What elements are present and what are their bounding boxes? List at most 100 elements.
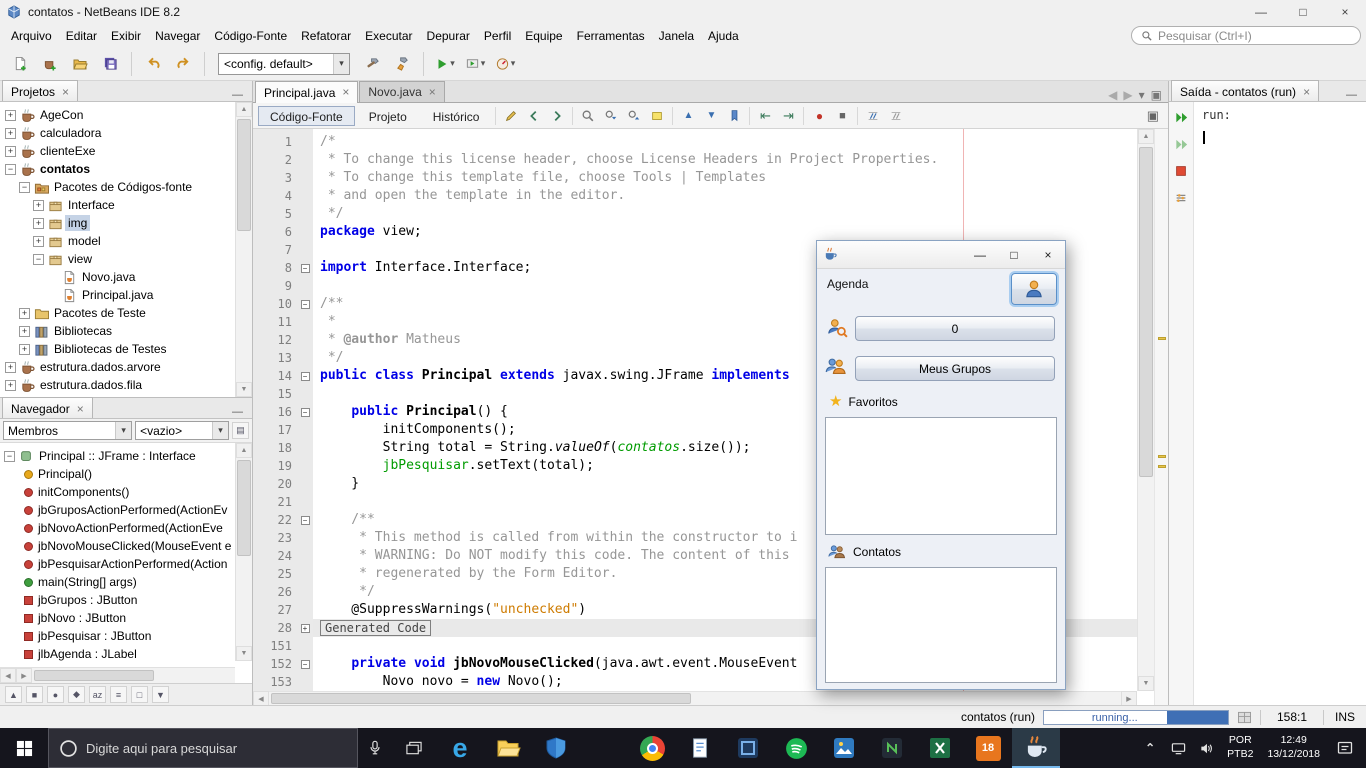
folded-code-block[interactable]: Generated Code: [320, 620, 431, 636]
network-icon[interactable]: [1165, 728, 1191, 768]
output-tab[interactable]: Saída - contatos (run) ×: [1171, 80, 1319, 101]
shift-left-icon[interactable]: ⇤: [754, 105, 776, 126]
maximize-editor-icon[interactable]: ▣: [1151, 88, 1162, 102]
member-jbpesquisar-jbutton[interactable]: jbPesquisar : JButton: [0, 627, 235, 645]
expand-toggle[interactable]: +: [5, 380, 16, 391]
tree-item-contatos[interactable]: −contatos: [0, 160, 235, 178]
fold-toggle[interactable]: −: [301, 264, 310, 273]
expand-toggle[interactable]: +: [33, 218, 44, 229]
expand-all-icon[interactable]: ▼: [152, 686, 169, 703]
code-line[interactable]: 4 * and open the template in the editor.: [253, 187, 1137, 205]
action-center-button[interactable]: [1328, 728, 1362, 768]
start-button[interactable]: [0, 728, 48, 768]
menu-ajuda[interactable]: Ajuda: [701, 26, 746, 46]
find-prev-icon[interactable]: [623, 105, 645, 126]
menu-c-digo-fonte[interactable]: Código-Fonte: [207, 26, 294, 46]
fold-toggle[interactable]: −: [301, 300, 310, 309]
taskbar-app-edge[interactable]: e: [436, 728, 484, 768]
editor-hscrollbar[interactable]: ◀ ▶: [253, 691, 1137, 705]
clock[interactable]: 12:4913/12/2018: [1261, 734, 1326, 761]
taskbar-app-dark-app[interactable]: [868, 728, 916, 768]
close-panel-icon[interactable]: ×: [1303, 87, 1310, 97]
expand-toggle[interactable]: +: [5, 110, 16, 121]
taskbar-app-java-app[interactable]: [1012, 728, 1060, 768]
favorites-list[interactable]: [825, 417, 1057, 535]
progress-bar[interactable]: running...: [1043, 710, 1229, 725]
navigator-options-icon[interactable]: ▤: [232, 422, 249, 439]
menu-ferramentas[interactable]: Ferramentas: [570, 26, 652, 46]
collapse-toggle[interactable]: −: [5, 164, 16, 175]
fold-toggle[interactable]: +: [301, 624, 310, 633]
menu-executar[interactable]: Executar: [358, 26, 419, 46]
prev-bookmark-icon[interactable]: ▲: [677, 105, 699, 126]
shift-right-icon[interactable]: ⇥: [777, 105, 799, 126]
expand-toggle[interactable]: +: [19, 344, 30, 355]
expand-toggle[interactable]: +: [5, 146, 16, 157]
expand-toggle[interactable]: +: [19, 326, 30, 337]
stop-button[interactable]: [1172, 162, 1190, 180]
scroll-up-icon[interactable]: ▲: [236, 102, 252, 117]
task-view-button[interactable]: [392, 728, 436, 768]
tree-item-clienteexe[interactable]: +clienteExe: [0, 142, 235, 160]
close-tab-icon[interactable]: ×: [342, 88, 349, 97]
editor-scrollbar[interactable]: ▲ ▼: [1137, 129, 1154, 691]
member-jbgruposactionperformed-actionev[interactable]: jbGruposActionPerformed(ActionEv: [0, 501, 235, 519]
tabs-list-icon[interactable]: ▾: [1139, 88, 1145, 102]
taskbar-app-photos[interactable]: [820, 728, 868, 768]
maximize-button[interactable]: □: [1282, 0, 1324, 24]
projects-scrollbar[interactable]: ▲ ▼: [235, 102, 252, 397]
expand-toggle[interactable]: +: [33, 200, 44, 211]
scroll-up-icon[interactable]: ▲: [236, 443, 252, 458]
member-jbgrupos-jbutton[interactable]: jbGrupos : JButton: [0, 591, 235, 609]
taskbar-search-box[interactable]: Digite aqui para pesquisar: [48, 728, 358, 768]
taskbar-app-file-explorer[interactable]: [484, 728, 532, 768]
tree-item-calculadora[interactable]: +calculadora: [0, 124, 235, 142]
debug-button[interactable]: ▾: [461, 50, 489, 78]
show-static-icon[interactable]: ●: [47, 686, 64, 703]
minimize-panel-icon[interactable]: —: [223, 406, 252, 418]
member-jlbagenda-jlabel[interactable]: jlbAgenda : JLabel: [0, 645, 235, 661]
editor-tab-novo-java[interactable]: Novo.java×: [359, 81, 444, 102]
expand-toggle[interactable]: +: [5, 128, 16, 139]
expand-toggle[interactable]: +: [33, 236, 44, 247]
tabs-scroll-left-icon[interactable]: ◀: [1108, 88, 1117, 102]
member-jbnovo-jbutton[interactable]: jbNovo : JButton: [0, 609, 235, 627]
agenda-app-window[interactable]: — □ × Agenda 0 Meus Grupos ★ Favoritos C…: [816, 240, 1066, 690]
stop-macro-icon[interactable]: ■: [831, 105, 853, 126]
language-indicator[interactable]: PORPTB2: [1221, 734, 1259, 761]
menu-refatorar[interactable]: Refatorar: [294, 26, 358, 46]
toggle-bookmark-icon[interactable]: [723, 105, 745, 126]
scroll-down-icon[interactable]: ▼: [236, 382, 252, 397]
menu-navegar[interactable]: Navegar: [148, 26, 207, 46]
code-line[interactable]: 3 * To change this template file, choose…: [253, 169, 1137, 187]
save-all-button[interactable]: [96, 50, 124, 78]
microphone-button[interactable]: [358, 728, 392, 768]
member-jbpesquisaractionperformed-action[interactable]: jbPesquisarActionPerformed(Action: [0, 555, 235, 573]
menu-equipe[interactable]: Equipe: [518, 26, 569, 46]
navigator-scrollbar[interactable]: ▲ ▼: [235, 443, 252, 661]
show-public-icon[interactable]: ◆: [68, 686, 85, 703]
new-project-button[interactable]: [36, 50, 64, 78]
taskbar-app-excel[interactable]: [916, 728, 964, 768]
collapse-toggle[interactable]: −: [33, 254, 44, 265]
code-line[interactable]: 1/*: [253, 133, 1137, 151]
build-button[interactable]: [358, 50, 386, 78]
run-button[interactable]: ▾: [431, 50, 459, 78]
filter-select[interactable]: <vazio>▾: [135, 421, 229, 440]
new-file-button[interactable]: [6, 50, 34, 78]
close-tab-icon[interactable]: ×: [429, 88, 436, 97]
fully-qualified-icon[interactable]: □: [131, 686, 148, 703]
code-line[interactable]: 2 * To change this license header, choos…: [253, 151, 1137, 169]
editor-tab-principal-java[interactable]: Principal.java×: [255, 81, 358, 103]
tree-item-model[interactable]: +model: [0, 232, 235, 250]
member-jbnovoactionperformed-actioneve[interactable]: jbNovoActionPerformed(ActionEve: [0, 519, 235, 537]
app-close-button[interactable]: ×: [1031, 241, 1065, 268]
scroll-down-icon[interactable]: ▼: [236, 646, 252, 661]
code-line[interactable]: 6package view;: [253, 223, 1137, 241]
fold-toggle[interactable]: −: [301, 408, 310, 417]
add-contact-button[interactable]: [1011, 273, 1057, 305]
profile-button[interactable]: ▾: [491, 50, 519, 78]
tree-item-agecon[interactable]: +AgeCon: [0, 106, 235, 124]
config-select[interactable]: <config. default>▾: [218, 53, 350, 75]
last-edit-icon[interactable]: [500, 105, 522, 126]
